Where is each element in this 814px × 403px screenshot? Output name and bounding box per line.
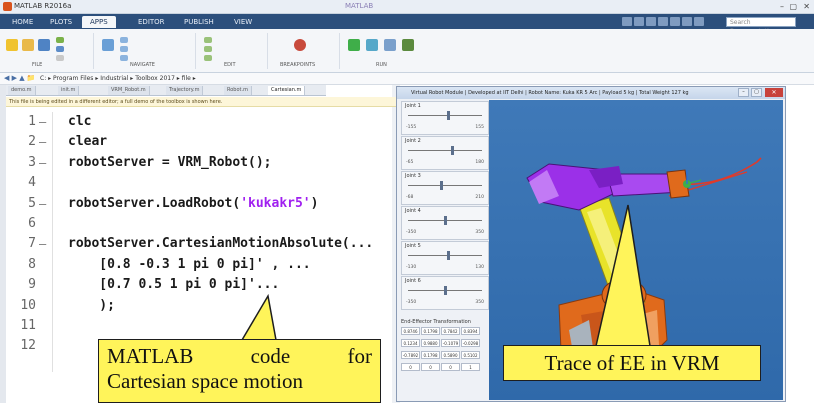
vrm-callout-pointer [595, 204, 651, 347]
callout-line-1: MATLAB code for [107, 344, 372, 369]
vrm-callout-text: Trace of EE in VRM [544, 351, 720, 375]
callout-word: MATLAB [107, 344, 194, 368]
callout-line-2: Cartesian space motion [107, 369, 303, 393]
callout-word: for [347, 344, 373, 368]
code-callout-pointer [240, 293, 277, 341]
callout-word: code [250, 344, 291, 368]
code-callout: MATLAB code for Cartesian space motion [98, 339, 381, 403]
vrm-callout: Trace of EE in VRM [503, 345, 761, 381]
